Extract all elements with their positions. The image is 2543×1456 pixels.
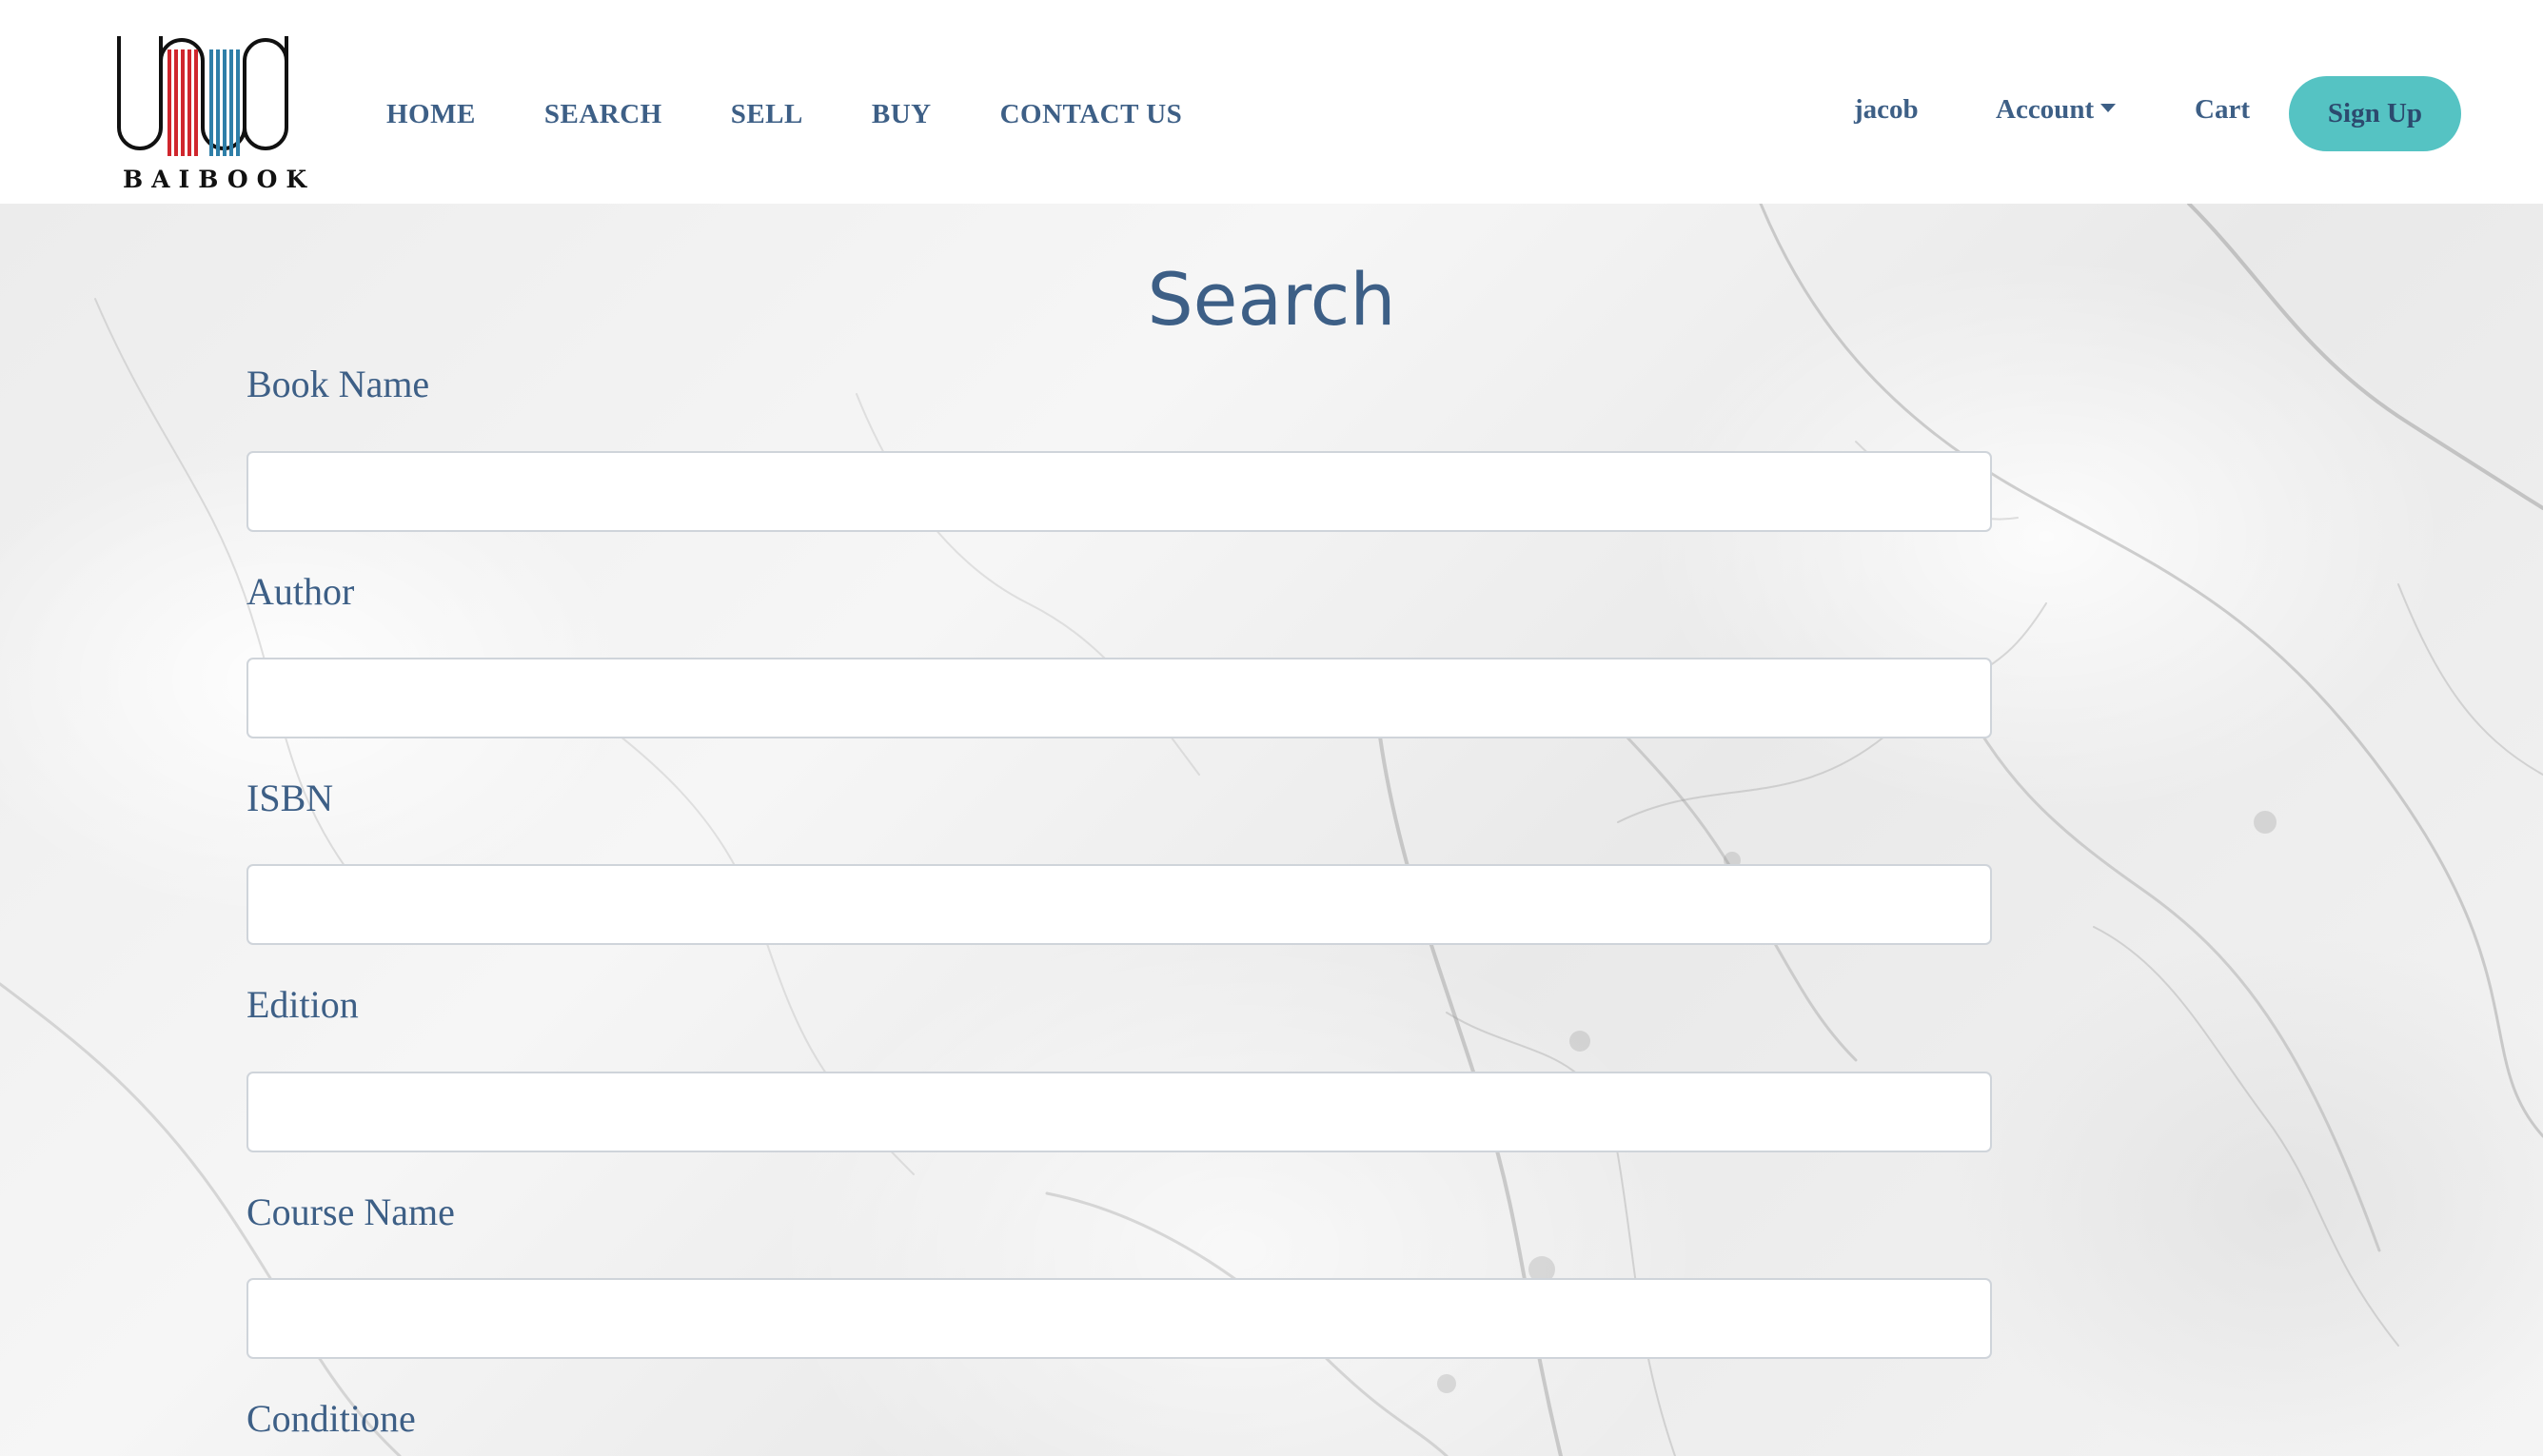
- edition-label: Edition: [246, 983, 359, 1026]
- isbn-label: ISBN: [246, 777, 334, 819]
- account-dropdown[interactable]: Account: [1996, 94, 2117, 126]
- sign-up-button[interactable]: Sign Up: [2289, 76, 2461, 151]
- book-name-label: Book Name: [246, 363, 430, 405]
- main-nav: HOME SEARCH SELL BUY CONTACT US: [352, 0, 1216, 228]
- course-name-label: Course Name: [246, 1190, 455, 1233]
- cart-link[interactable]: Cart: [2195, 94, 2250, 126]
- course-name-input[interactable]: [246, 1278, 1992, 1359]
- brand-logo[interactable]: BAIBOOK: [114, 32, 316, 196]
- author-input[interactable]: [246, 658, 1992, 738]
- page-title: Search: [1147, 257, 1396, 342]
- edition-input[interactable]: [246, 1072, 1992, 1152]
- nav-home[interactable]: HOME: [352, 99, 510, 130]
- top-navbar: BAIBOOK HOME SEARCH SELL BUY CONTACT US …: [0, 0, 2543, 204]
- caret-down-icon: [2100, 104, 2117, 112]
- logo-red-stripes: [168, 49, 198, 156]
- brand-name: BAIBOOK: [123, 166, 316, 193]
- nav-sell[interactable]: SELL: [697, 99, 838, 130]
- account-label: Account: [1996, 94, 2095, 125]
- book-name-input[interactable]: [246, 451, 1992, 532]
- nav-contact-us[interactable]: CONTACT US: [966, 99, 1217, 130]
- nav-buy[interactable]: BUY: [838, 99, 966, 130]
- condition-label: Conditione: [246, 1397, 416, 1440]
- author-label: Author: [246, 570, 355, 613]
- nav-search[interactable]: SEARCH: [510, 99, 697, 130]
- user-name-link[interactable]: jacob: [1854, 94, 1919, 126]
- logo-blue-stripes: [209, 49, 240, 156]
- book-arches-logo-icon: [117, 36, 288, 156]
- isbn-input[interactable]: [246, 864, 1992, 945]
